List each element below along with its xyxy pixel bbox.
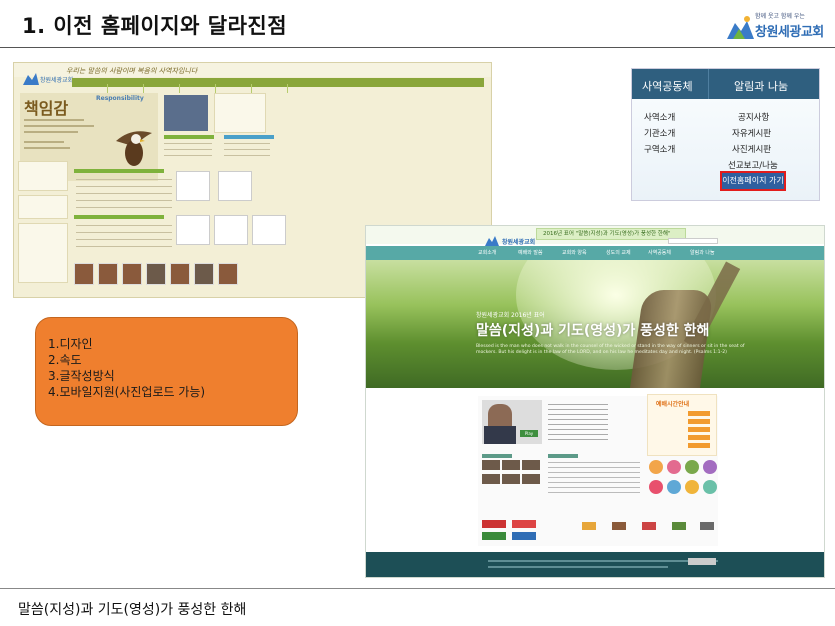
old-homepage-link[interactable]: 이전홈페이지 가기 [720,171,786,191]
menu-item-free-board[interactable]: 자유게시판 [732,127,771,139]
menu-item-ministry-intro[interactable]: 사역소개 [644,111,675,123]
eagle-image [116,131,152,166]
menu-item-notices[interactable]: 공지사항 [738,111,769,123]
slide-caption: 말씀(지성)과 기도(영성)가 풍성한 한해 [18,602,247,618]
menu-item-org-intro[interactable]: 기관소개 [644,127,675,139]
menu-header-ministry[interactable]: 사역공동체 [642,78,693,94]
improvements-list: 1.디자인 2.속도 3.글작성방식 4.모바일지원(사진업로드 가능) [48,336,205,400]
improvements-note: 1.디자인 2.속도 3.글작성방식 4.모바일지원(사진업로드 가능) [35,317,298,426]
banner-headline: 말씀(지성)과 기도(영성)가 풍성한 한해 [476,323,710,339]
menu-header-notice[interactable]: 알림과 나눔 [734,78,788,94]
old-site-sidebox [18,161,70,291]
menu-screenshot: 사역공동체 알림과 나눔 사역소개 기관소개 구역소개 공지사항 자유게시판 사… [631,68,820,201]
logo-name: 창원세광교회 [755,25,824,40]
improvement-item-writing: 3.글작성방식 [48,369,115,383]
improvement-item-speed: 2.속도 [48,353,82,367]
new-site-quick-icons [647,458,719,502]
menu-header: 사역공동체 알림과 나눔 [632,69,819,99]
new-site-main-banner: 창원세광교회 2016년 표어 말씀(지성)과 기도(영성)가 풍성한 한해 B… [366,260,824,388]
church-logo-icon [727,16,754,39]
new-site-logo-icon [485,236,499,246]
old-site-logo-text: 창원세광교회 [40,77,74,84]
new-nav-item[interactable]: 사역공동체 [648,249,671,256]
new-nav-item[interactable]: 알림과 나눔 [690,249,715,256]
new-nav-item[interactable]: 예배와 말씀 [518,249,543,256]
new-site-year-banner: 2016년 표어 "말씀(지성)과 기도(영성)가 풍성한 한해" [536,228,686,240]
church-logo: 함께 웃고 함께 우는 창원세광교회 [725,9,824,43]
new-nav-item[interactable]: 성도의 교제 [606,249,631,256]
old-site-hero-title: 책임감 [24,99,69,118]
menu-item-district-intro[interactable]: 구역소개 [644,143,675,155]
banner-verse: Blessed is the man who does not walk in … [476,344,745,355]
new-site-sermon-list [548,400,608,444]
menu-item-photo-board[interactable]: 사진게시판 [732,143,771,155]
new-site-search-input[interactable] [668,238,718,244]
footer-divider [0,588,835,589]
menu-item-mission-report[interactable]: 선교보고/나눔 [728,159,778,171]
header-divider [0,47,835,48]
improvement-item-mobile: 4.모바일지원(사진업로드 가능) [48,385,206,399]
new-site-logo-text: 창원세광교회 [502,239,536,246]
new-site-nav: 교회소개 예배와 말씀 교회와 양육 성도의 교제 사역공동체 알림과 나눔 [366,246,824,260]
worship-times-title: 예배시간안내 [656,401,690,408]
old-site-slogan: 우리는 말씀의 사람이며 복음의 사역자입니다 [66,67,198,75]
old-site-hero-subtitle: Responsibility [96,95,144,102]
new-nav-item[interactable]: 교회와 양육 [562,249,587,256]
old-site-logo: 창원세광교회 [22,65,73,89]
improvement-item-design: 1.디자인 [48,337,93,351]
new-homepage-screenshot: 창원세광교회 2016년 표어 "말씀(지성)과 기도(영성)가 풍성한 한해"… [365,225,825,578]
old-site-nav [72,78,484,93]
banner-small-text: 창원세광교회 2016년 표어 [476,312,545,319]
logo-tagline: 함께 웃고 함께 우는 [755,13,805,20]
slide-title: 1. 이전 홈페이지와 달라진점 [22,14,288,38]
new-site-footer [366,552,824,577]
worship-times-box: 예배시간안내 [647,394,717,456]
old-site-logo-icon [23,73,39,85]
old-site-pastor-photo [164,95,208,131]
new-site-partner-logos [482,516,722,544]
new-site-pastor-photo: Play [482,400,542,444]
play-button[interactable]: Play [520,430,538,437]
new-nav-item[interactable]: 교회소개 [478,249,496,256]
new-site-news-list [548,458,640,498]
new-site-gallery [482,458,540,492]
menu-body: 사역소개 기관소개 구역소개 공지사항 자유게시판 사진게시판 선교보고/나눔 … [632,99,819,200]
